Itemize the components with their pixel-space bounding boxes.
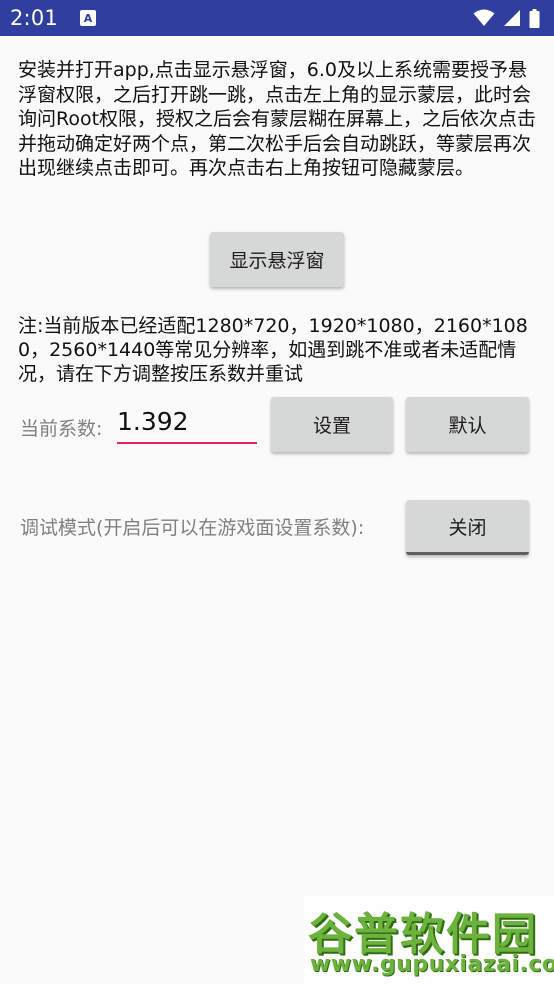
watermark-url: www.gupuxiazai.com <box>310 952 554 977</box>
set-coefficient-button[interactable]: 设置 <box>271 397 393 452</box>
wifi-icon <box>473 9 495 26</box>
notification-a-icon: A <box>79 10 96 26</box>
show-floating-window-button[interactable]: 显示悬浮窗 <box>210 232 344 287</box>
default-coefficient-button[interactable]: 默认 <box>406 397 529 452</box>
status-icons <box>473 8 540 28</box>
cellular-signal-icon <box>504 10 520 26</box>
resolution-note-text: 注:当前版本已经适配1280*720，1920*1080，2160*1080，2… <box>18 315 528 385</box>
watermark-logo: 谷普软件园 www.gupuxiazai.com <box>304 896 554 984</box>
debug-mode-toggle-button[interactable]: 关闭 <box>406 500 529 555</box>
status-time: 2:01 <box>10 6 58 30</box>
instructions-text: 安装并打开app,点击显示悬浮窗，6.0及以上系统需要授予悬浮窗权限，之后打开跳… <box>18 59 537 179</box>
coefficient-input[interactable] <box>117 400 257 444</box>
coefficient-label: 当前系数: <box>20 418 103 440</box>
battery-icon <box>529 8 540 28</box>
status-bar: 2:01 A <box>0 0 554 36</box>
debug-mode-label: 调试模式(开启后可以在游戏面设置系数): <box>20 517 365 539</box>
